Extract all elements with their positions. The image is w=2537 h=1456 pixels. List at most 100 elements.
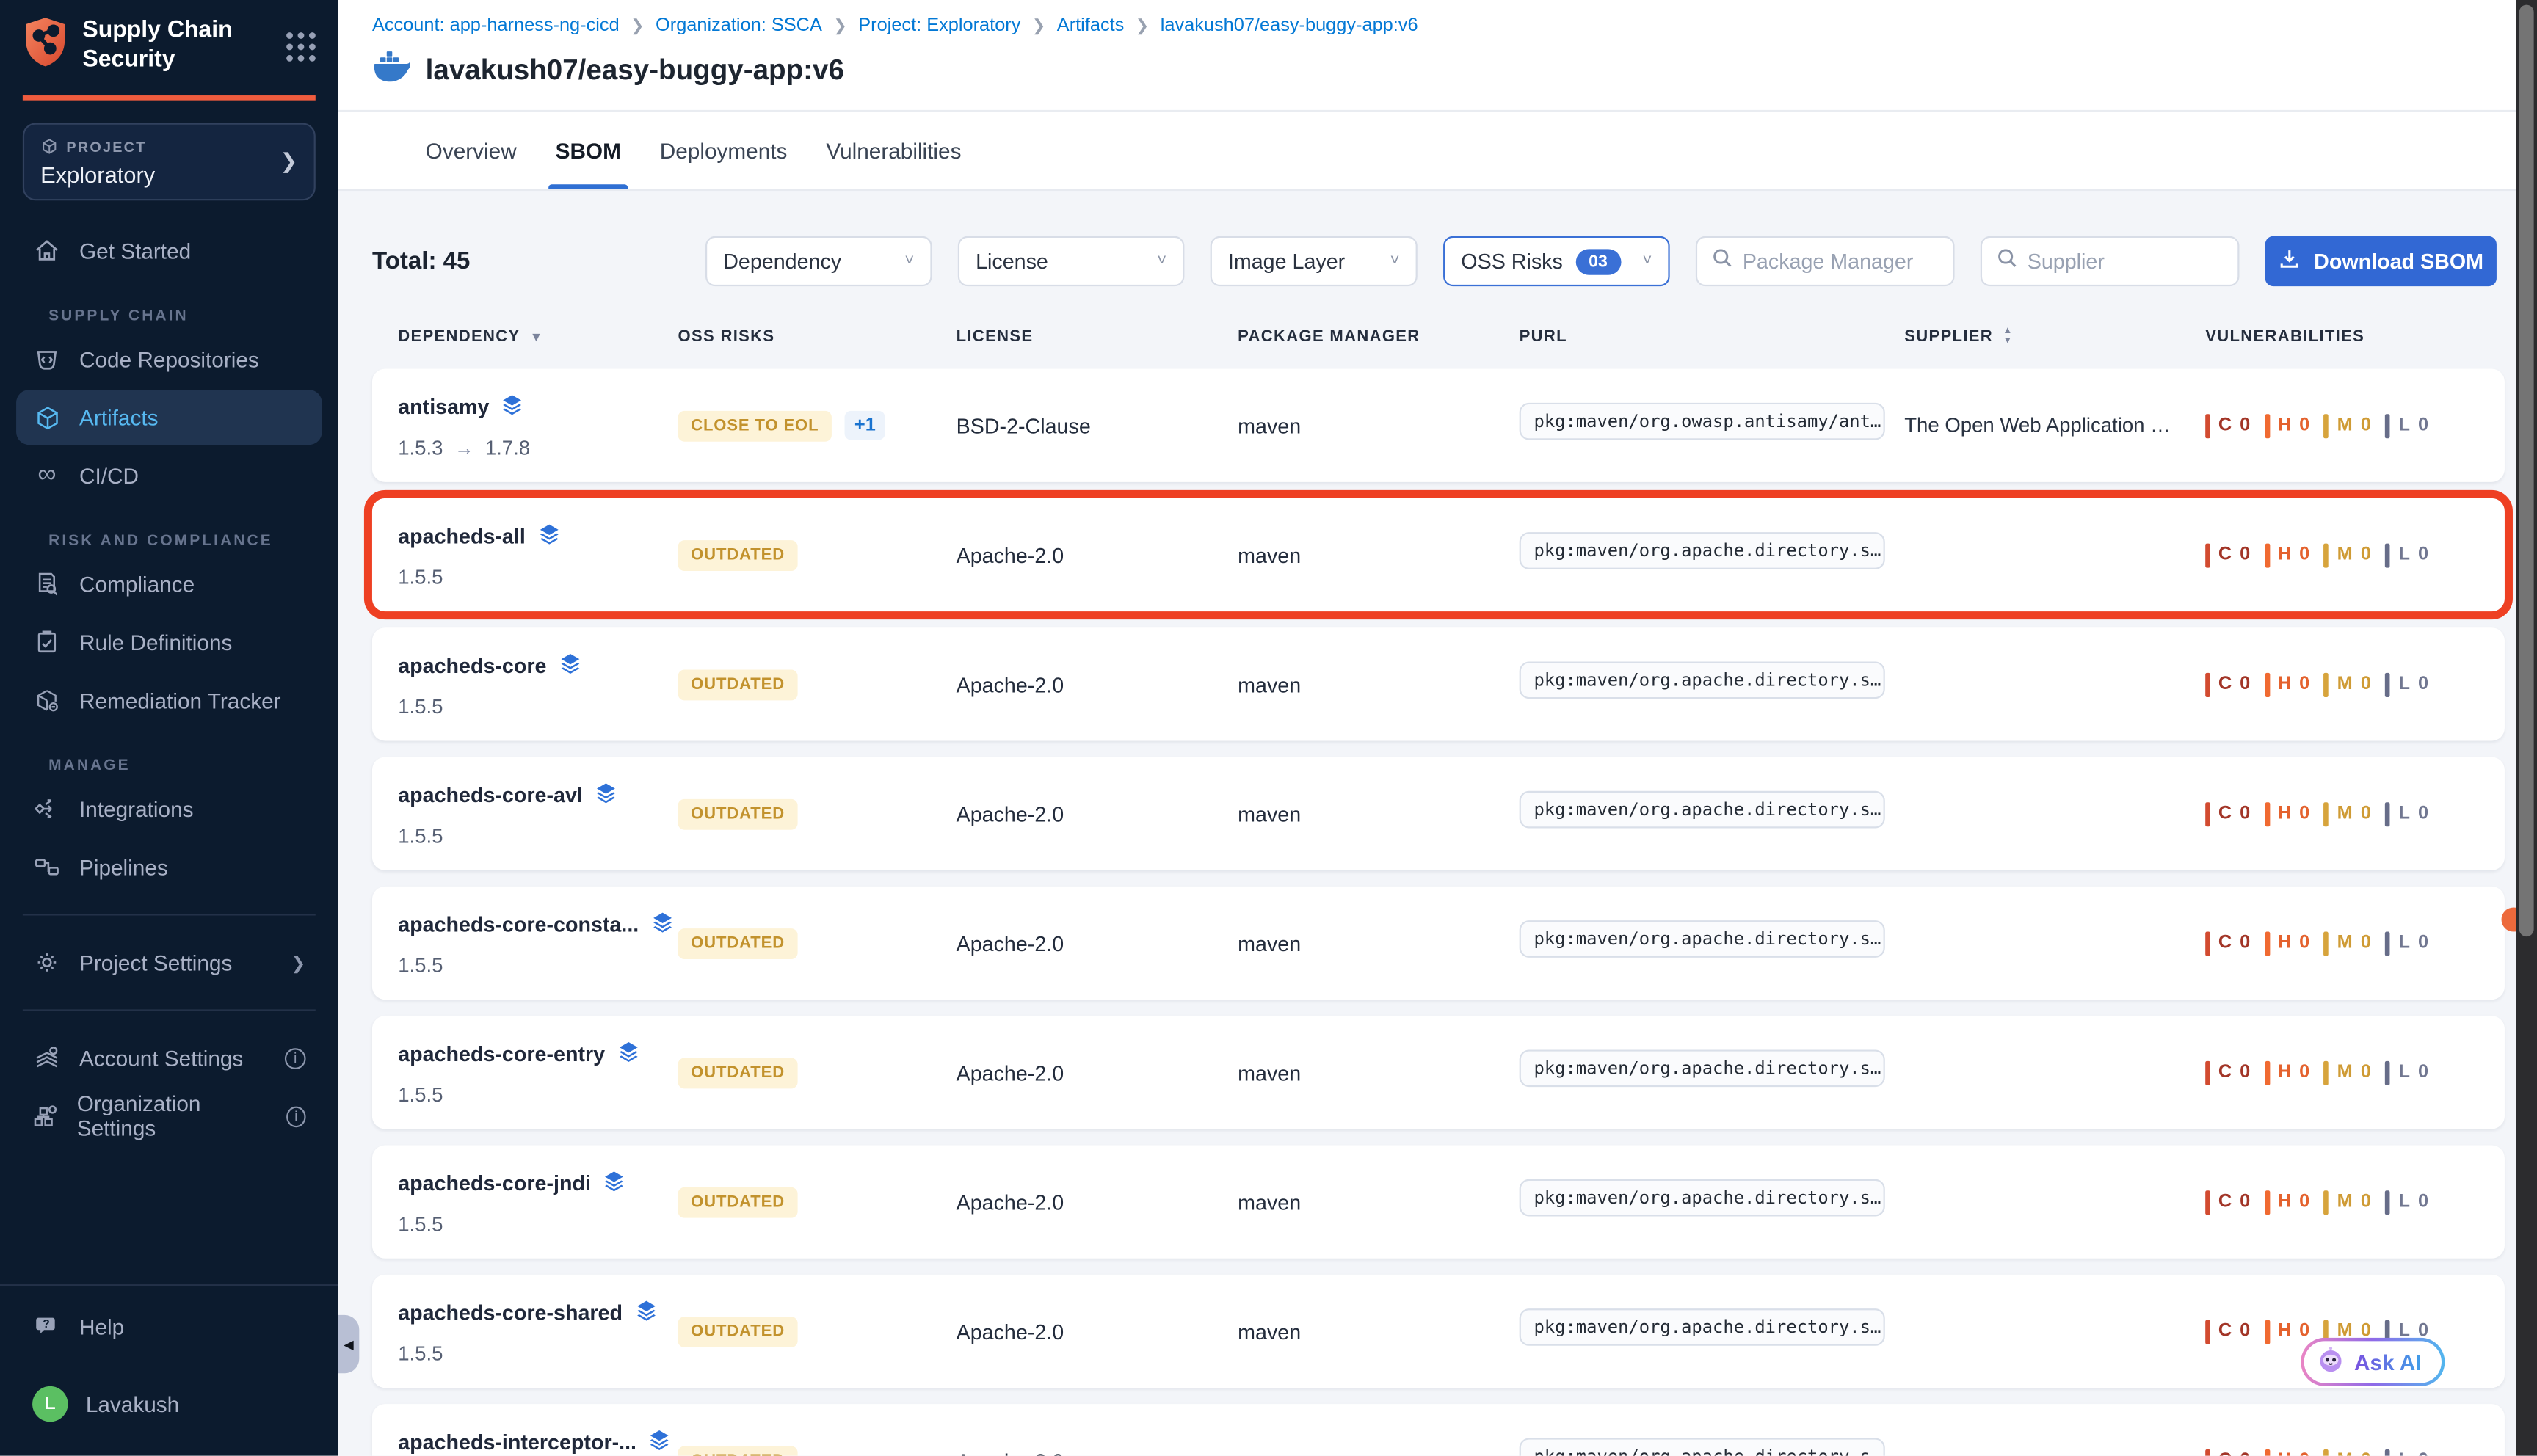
low-count: L0 bbox=[2386, 542, 2428, 567]
section-supply-chain: SUPPLY CHAIN bbox=[48, 307, 338, 325]
dependency-filter-select[interactable]: Dependency˅ bbox=[705, 236, 932, 286]
table-row[interactable]: apacheds-core-shared 1.5.5 → bbox=[372, 1275, 2505, 1388]
layers-icon[interactable] bbox=[617, 1039, 641, 1069]
purl-cell: pkg:maven/org.apache.directory.s… bbox=[1520, 791, 1905, 837]
vulnerabilities-cell: C0 H0 M0 L0 bbox=[2205, 931, 2461, 955]
sidebar-item-organization-settings[interactable]: Organization Settings i bbox=[16, 1088, 322, 1143]
gear-icon bbox=[32, 948, 62, 978]
table-row[interactable]: apacheds-core-entry 1.5.5 → bbox=[372, 1016, 2505, 1129]
table-row[interactable]: apacheds-core-avl 1.5.5 → bbox=[372, 757, 2505, 870]
medium-count: M0 bbox=[2324, 1449, 2371, 1456]
license-cell: Apache-2.0 bbox=[957, 1190, 1238, 1214]
sidebar-item-rule-definitions[interactable]: Rule Definitions bbox=[16, 615, 322, 670]
layers-icon[interactable] bbox=[537, 522, 561, 551]
critical-count: C0 bbox=[2205, 413, 2250, 437]
license-filter-select[interactable]: License˅ bbox=[958, 236, 1185, 286]
dependency-cell: apacheds-core-consta... 1.5.5 → bbox=[398, 910, 678, 976]
info-icon[interactable]: i bbox=[285, 1047, 306, 1069]
table-row[interactable]: apacheds-core-jndi 1.5.5 → bbox=[372, 1146, 2505, 1259]
layers-icon[interactable] bbox=[634, 1298, 658, 1328]
medium-count: M0 bbox=[2324, 672, 2371, 696]
supplier-input[interactable] bbox=[2028, 249, 2224, 273]
sort-both-icon[interactable]: ▲▼ bbox=[2003, 329, 2013, 346]
page-header: Account: app-harness-ng-cicd❯ Organizati… bbox=[338, 0, 2537, 112]
sidebar-item-help[interactable]: ? Help bbox=[16, 1299, 322, 1354]
sidebar-item-compliance[interactable]: Compliance bbox=[16, 556, 322, 611]
purl-cell: pkg:maven/org.apache.directory.s… bbox=[1520, 920, 1905, 966]
sidebar-item-remediation-tracker[interactable]: Remediation Tracker bbox=[16, 673, 322, 728]
high-count: H0 bbox=[2265, 1190, 2309, 1214]
layers-icon[interactable] bbox=[650, 910, 675, 939]
module-grid-icon[interactable] bbox=[286, 32, 316, 61]
table-row[interactable]: apacheds-core-consta... 1.5.5 → bbox=[372, 887, 2505, 1000]
sidebar-item-cicd[interactable]: ∞ CI/CD bbox=[16, 448, 322, 503]
oss-risks-filter-select[interactable]: OSS Risks 03 ˅ bbox=[1443, 236, 1670, 286]
package-manager-search bbox=[1696, 236, 1955, 286]
critical-count: C0 bbox=[2205, 1319, 2250, 1343]
vulnerabilities-cell: C0 H0 M0 L0 bbox=[2205, 1060, 2461, 1085]
doc-search-icon bbox=[32, 569, 62, 599]
info-icon[interactable]: i bbox=[286, 1106, 306, 1127]
sidebar-item-integrations[interactable]: Integrations bbox=[16, 782, 322, 837]
image-layer-filter-select[interactable]: Image Layer˅ bbox=[1211, 236, 1418, 286]
tab-sbom[interactable]: SBOM bbox=[536, 112, 640, 189]
purl-cell: pkg:maven/org.apache.directory.s… bbox=[1520, 1438, 1905, 1455]
layers-icon[interactable] bbox=[558, 651, 582, 680]
table-row[interactable]: apacheds-all 1.5.5 → bbox=[372, 498, 2505, 611]
layers-icon[interactable] bbox=[647, 1427, 672, 1456]
col-oss-risks: OSS RISKS bbox=[678, 328, 957, 346]
layers-icon[interactable] bbox=[594, 780, 618, 809]
package-manager-cell: maven bbox=[1238, 1319, 1520, 1343]
tab-deployments[interactable]: Deployments bbox=[640, 112, 807, 189]
infinity-icon: ∞ bbox=[32, 461, 62, 490]
supplier-search bbox=[1981, 236, 2240, 286]
risk-badge: OUTDATED bbox=[678, 539, 798, 570]
more-risks-chip[interactable]: +1 bbox=[845, 411, 885, 440]
breadcrumb-organization[interactable]: Organization: SSCA bbox=[656, 16, 822, 35]
package-manager-input[interactable] bbox=[1743, 249, 1939, 273]
sidebar-item-pipelines[interactable]: Pipelines bbox=[16, 840, 322, 895]
sidebar-nav: Get Started SUPPLY CHAIN Code Repositori… bbox=[0, 223, 338, 1143]
dependency-name: apacheds-all bbox=[398, 524, 526, 548]
project-selector[interactable]: PROJECT Exploratory ❯ bbox=[23, 123, 316, 201]
sidebar-item-get-started[interactable]: Get Started bbox=[16, 223, 322, 278]
download-sbom-button[interactable]: Download SBOM bbox=[2265, 236, 2497, 286]
tab-overview[interactable]: Overview bbox=[406, 112, 536, 189]
sidebar-item-project-settings[interactable]: Project Settings ❯ bbox=[16, 935, 322, 990]
sort-desc-icon[interactable]: ▼ bbox=[530, 330, 544, 345]
sidebar-collapse-handle[interactable]: ◀ bbox=[338, 1315, 360, 1373]
scrollbar-track[interactable] bbox=[2516, 0, 2537, 1456]
sidebar-item-artifacts[interactable]: Artifacts bbox=[16, 390, 322, 445]
accent-divider bbox=[23, 95, 316, 101]
breadcrumb-artifact-name[interactable]: lavakush07/easy-buggy-app:v6 bbox=[1161, 16, 1418, 35]
sidebar-item-code-repositories[interactable]: Code Repositories bbox=[16, 332, 322, 387]
package-manager-cell: maven bbox=[1238, 801, 1520, 826]
breadcrumb-artifacts[interactable]: Artifacts bbox=[1057, 16, 1125, 35]
user-menu[interactable]: L Lavakush bbox=[16, 1377, 322, 1432]
risk-badge: OUTDATED bbox=[678, 669, 798, 699]
ask-ai-button[interactable]: Ask AI bbox=[2301, 1338, 2444, 1386]
layers-icon[interactable] bbox=[602, 1168, 626, 1198]
high-count: H0 bbox=[2265, 1449, 2309, 1456]
package-manager-cell: maven bbox=[1238, 1190, 1520, 1214]
vulnerabilities-cell: C0 H0 M0 L0 bbox=[2205, 413, 2461, 437]
layers-icon[interactable] bbox=[501, 392, 525, 421]
table-row[interactable]: antisamy 1.5.3 → 1.7.8 bbox=[372, 369, 2505, 482]
scrollbar-thumb[interactable] bbox=[2519, 5, 2534, 937]
breadcrumb-project[interactable]: Project: Exploratory bbox=[858, 16, 1020, 35]
table-row[interactable]: apacheds-core 1.5.5 → bbox=[372, 627, 2505, 740]
sidebar-item-account-settings[interactable]: Account Settings i bbox=[16, 1030, 322, 1085]
app-logo: Supply Chain Security bbox=[0, 0, 338, 76]
high-count: H0 bbox=[2265, 1319, 2309, 1343]
tab-bar: Overview SBOM Deployments Vulnerabilitie… bbox=[338, 112, 2537, 191]
tab-vulnerabilities[interactable]: Vulnerabilities bbox=[807, 112, 981, 189]
dependency-name: antisamy bbox=[398, 395, 489, 419]
col-purl: PURL bbox=[1520, 328, 1905, 346]
dependency-cell: apacheds-core-shared 1.5.5 → bbox=[398, 1298, 678, 1364]
breadcrumb-account[interactable]: Account: app-harness-ng-cicd bbox=[372, 16, 620, 35]
license-cell: Apache-2.0 bbox=[957, 1319, 1238, 1343]
medium-count: M0 bbox=[2324, 413, 2371, 437]
package-manager-cell: maven bbox=[1238, 931, 1520, 955]
table-row[interactable]: apacheds-interceptor-... 1.5.5 → bbox=[372, 1404, 2505, 1456]
dependency-cell: apacheds-core-jndi 1.5.5 → bbox=[398, 1168, 678, 1234]
